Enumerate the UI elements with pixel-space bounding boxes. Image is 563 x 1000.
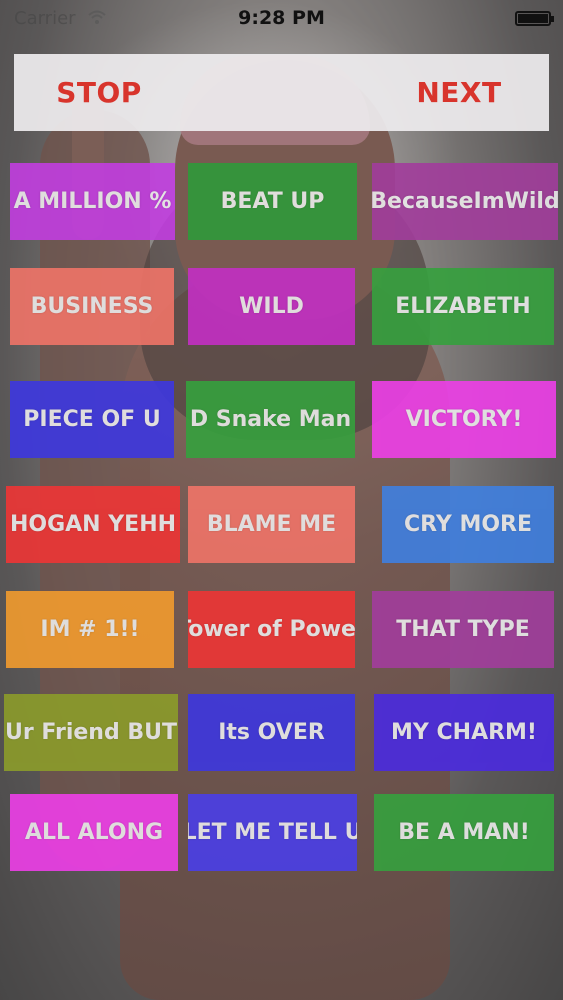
sound-button[interactable]: BUSINESS — [10, 268, 174, 345]
sound-button[interactable]: D Snake Man — [186, 381, 355, 458]
control-bar: STOP NEXT — [14, 54, 549, 131]
sound-button[interactable]: LET ME TELL U — [188, 794, 357, 871]
sound-button[interactable]: Ur Friend BUT — [4, 694, 178, 771]
sound-button[interactable]: BLAME ME — [188, 486, 355, 563]
sound-button[interactable]: VICTORY! — [372, 381, 556, 458]
sound-button[interactable]: Its OVER — [188, 694, 355, 771]
next-button[interactable]: NEXT — [404, 54, 514, 131]
sound-button[interactable]: ELIZABETH — [372, 268, 554, 345]
status-bar: Carrier 9:28 PM — [0, 0, 563, 38]
sound-button[interactable]: MY CHARM! — [374, 694, 554, 771]
sound-button[interactable]: IM # 1!! — [6, 591, 174, 668]
battery-icon — [515, 11, 554, 26]
sound-button[interactable]: THAT TYPE — [372, 591, 554, 668]
sound-button[interactable]: HOGAN YEHH — [6, 486, 180, 563]
sound-button[interactable]: CRY MORE — [382, 486, 554, 563]
sound-button[interactable]: PIECE OF U — [10, 381, 174, 458]
sound-button[interactable]: BE A MAN! — [374, 794, 554, 871]
sound-button[interactable]: ALL ALONG — [10, 794, 178, 871]
sound-button[interactable]: Tower of Power — [188, 591, 355, 668]
sound-button[interactable]: A MILLION % — [10, 163, 175, 240]
clock: 9:28 PM — [238, 7, 325, 29]
stop-button[interactable]: STOP — [44, 54, 154, 131]
sound-button[interactable]: BEAT UP — [188, 163, 357, 240]
sound-button[interactable]: WILD — [188, 268, 355, 345]
sound-button[interactable]: BecauseImWild — [372, 163, 558, 240]
